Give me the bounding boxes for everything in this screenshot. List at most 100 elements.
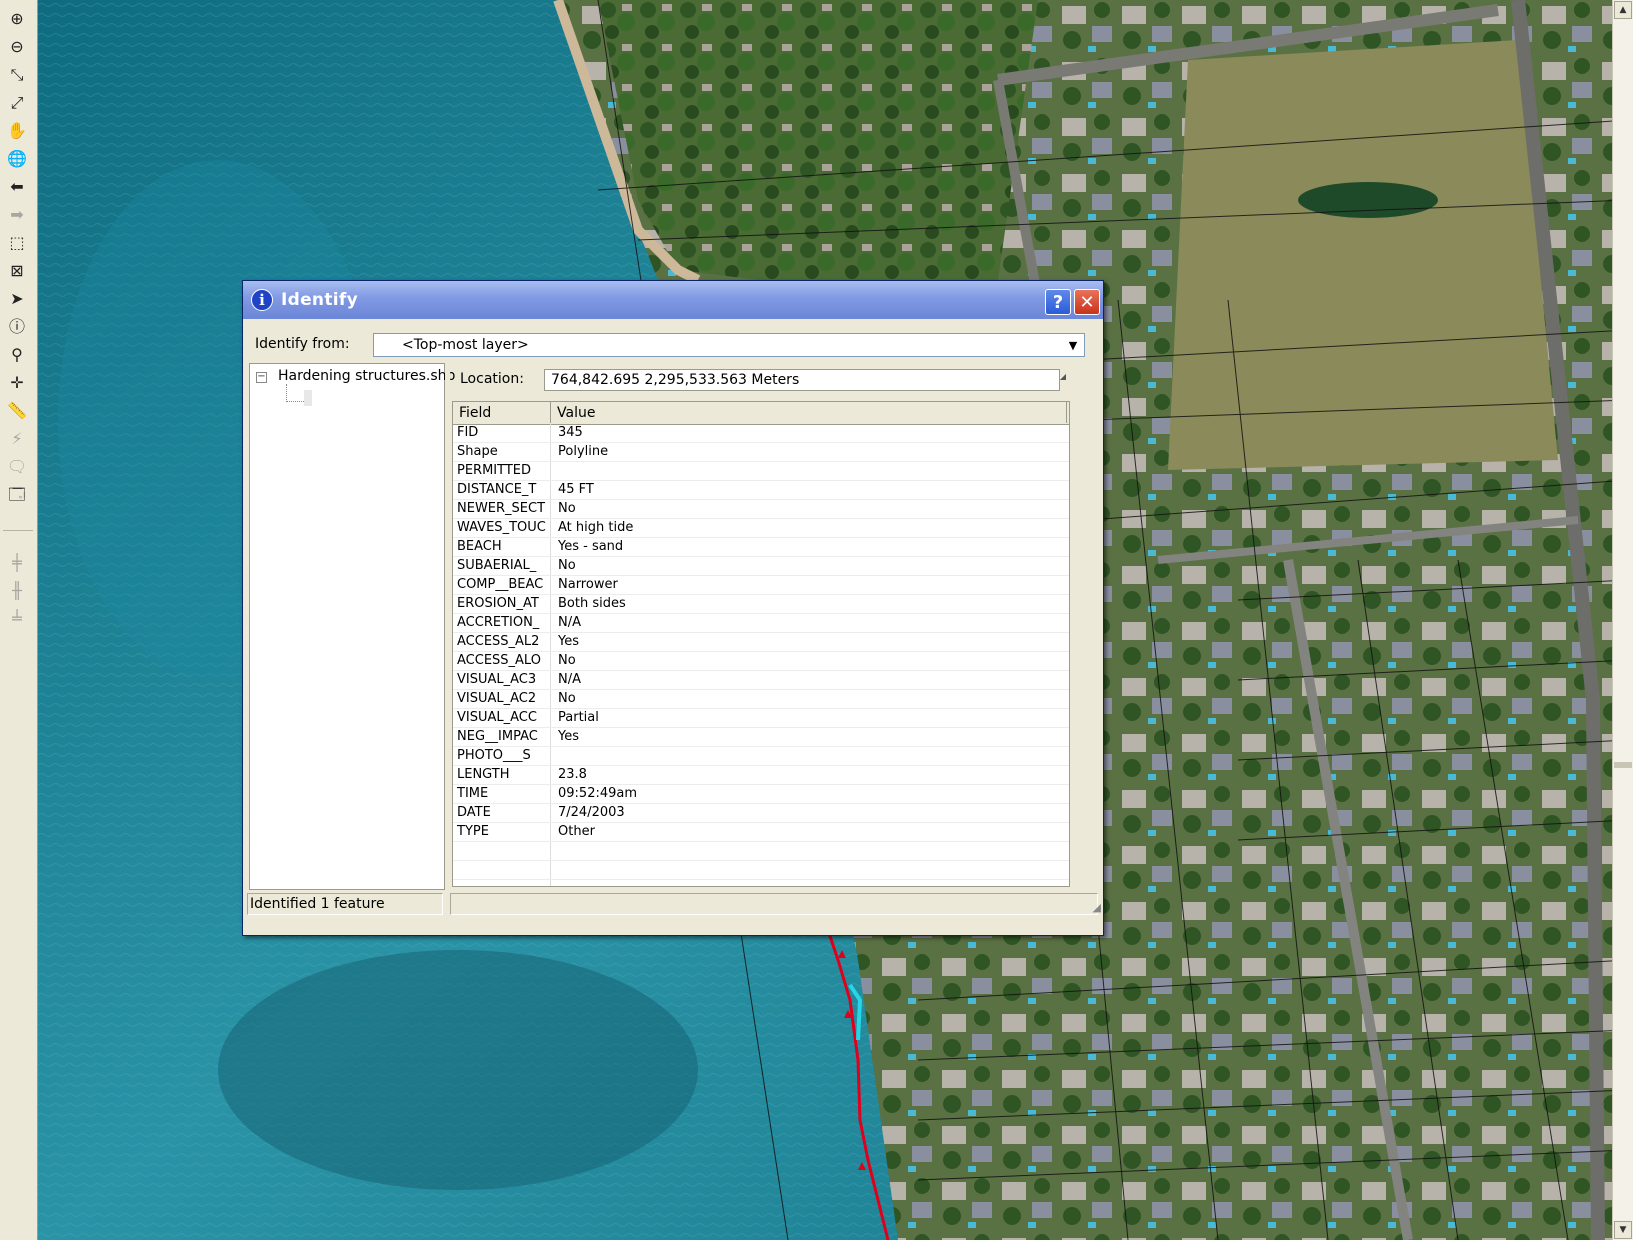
location-resize-icon[interactable]: ◢ (1056, 369, 1070, 383)
find-binoculars-icon[interactable]: ⚲ (6, 344, 28, 366)
grid-header: Field Value (453, 402, 1069, 425)
value-cell: 23.8 (558, 767, 587, 782)
field-cell: VISUAL_ACC (453, 709, 551, 727)
value-cell: At high tide (558, 520, 634, 535)
chevron-down-icon[interactable]: ▼ (1064, 336, 1082, 354)
field-cell: SUBAERIAL_ (453, 557, 551, 575)
table-row[interactable]: WAVES_TOUC At high tide (453, 519, 1069, 538)
table-row[interactable]: SUBAERIAL_ No (453, 557, 1069, 576)
pan-hand-icon[interactable]: ✋ (6, 120, 28, 142)
table-row[interactable]: VISUAL_AC2 No (453, 690, 1069, 709)
location-field: 764,842.695 2,295,533.563 Meters (544, 369, 1060, 391)
full-extent-globe-icon[interactable]: 🌐 (6, 148, 28, 170)
table-row[interactable]: DATE 7/24/2003 (453, 804, 1069, 823)
collapse-icon[interactable]: − (256, 372, 267, 383)
results-tree[interactable]: − Hardening structures.shp (249, 363, 455, 890)
grid-rows: FID 345 Shape Polyline PERMITTED DISTANCE_T 45… (453, 424, 1069, 886)
value-cell: No (558, 501, 576, 516)
close-button[interactable]: ✕ (1074, 289, 1100, 315)
value-cell: 7/24/2003 (558, 805, 625, 820)
table-row[interactable]: ACCESS_AL2 Yes (453, 633, 1069, 652)
scroll-down-icon: ▼ (1619, 1225, 1627, 1235)
field-cell: LENGTH (453, 766, 551, 784)
dialog-title: Identify (281, 290, 358, 310)
value-cell: 45 FT (558, 482, 594, 497)
dialog-title-bar[interactable]: i Identify ? ✕ (243, 281, 1103, 319)
back-arrow-icon[interactable]: ⬅ (6, 176, 28, 198)
table-row[interactable]: VISUAL_AC3 N/A (453, 671, 1069, 690)
edit-tool-3-icon[interactable]: ╧ (6, 608, 28, 630)
value-cell: Yes (558, 634, 579, 649)
field-cell: BEACH (453, 538, 551, 556)
forward-arrow-icon[interactable]: ➡ (6, 204, 28, 226)
value-column-header[interactable]: Value (551, 402, 1067, 423)
table-row[interactable]: VISUAL_ACC Partial (453, 709, 1069, 728)
zoom-in-icon[interactable]: ⊕ (6, 8, 28, 30)
scroll-down-button[interactable]: ▼ (1614, 1221, 1632, 1239)
field-cell: ACCESS_ALO (453, 652, 551, 670)
table-row[interactable]: PERMITTED (453, 462, 1069, 481)
table-row[interactable]: LENGTH 23.8 (453, 766, 1069, 785)
value-cell: No (558, 558, 576, 573)
table-row[interactable]: ACCESS_ALO No (453, 652, 1069, 671)
scroll-up-button[interactable]: ▲ (1614, 1, 1632, 19)
value-cell (551, 462, 1069, 480)
tools-toolbar: ⊕ ⊖ ⤡ ⤢ ✋ 🌐 ⬅ ➡ ⬚ ⊠ ➤ ⓘ ⚲ ✛ 📏 ⚡ 🗨 🗔 ╪ ╫ ╧ (0, 0, 38, 1240)
field-cell (453, 842, 551, 860)
attributes-grid[interactable]: Field Value FID 345 Shape Polyline PERMITTED… (452, 401, 1070, 887)
table-row[interactable]: FID 345 (453, 424, 1069, 443)
hyperlink-lightning-icon[interactable]: ⚡ (6, 428, 28, 450)
table-row[interactable]: TYPE Other (453, 823, 1069, 842)
table-row[interactable]: NEWER_SECT No (453, 500, 1069, 519)
table-row[interactable]: Shape Polyline (453, 443, 1069, 462)
field-cell: ACCRETION_ (453, 614, 551, 632)
edit-tool-1-icon[interactable]: ╪ (6, 552, 28, 574)
value-cell: Narrower (558, 577, 618, 592)
table-row[interactable]: COMP__BEAC Narrower (453, 576, 1069, 595)
value-cell: Yes (558, 729, 579, 744)
select-elements-arrow-icon[interactable]: ➤ (6, 288, 28, 310)
table-row[interactable]: BEACH Yes - sand (453, 538, 1069, 557)
identify-from-dropdown[interactable]: <Top-most layer> ▼ (373, 333, 1085, 357)
table-row[interactable]: ACCRETION_ N/A (453, 614, 1069, 633)
field-cell: PHOTO___S (453, 747, 551, 765)
table-row[interactable]: EROSION_AT Both sides (453, 595, 1069, 614)
table-row[interactable]: DISTANCE_T 45 FT (453, 481, 1069, 500)
field-cell: COMP__BEAC (453, 576, 551, 594)
resize-grip-icon[interactable]: ◢ (1087, 901, 1101, 915)
select-features-icon[interactable]: ⬚ (6, 232, 28, 254)
location-label: Location: (460, 371, 524, 387)
field-cell: TIME (453, 785, 551, 803)
empty-row (453, 861, 1069, 880)
table-row[interactable]: PHOTO___S (453, 747, 1069, 766)
fixed-zoom-in-icon[interactable]: ⤡ (6, 64, 28, 86)
field-cell (453, 861, 551, 879)
edit-tool-2-icon[interactable]: ╫ (6, 580, 28, 602)
field-cell (453, 880, 551, 886)
field-cell: ACCESS_AL2 (453, 633, 551, 651)
value-cell: N/A (558, 672, 581, 687)
map-tips-icon[interactable]: 🗔 (6, 484, 28, 506)
fixed-zoom-out-icon[interactable]: ⤢ (6, 92, 28, 114)
dialog-status-bar: Identified 1 feature ◢ (243, 893, 1103, 917)
tree-layer-node[interactable]: Hardening structures.shp (278, 368, 455, 384)
empty-row (453, 842, 1069, 861)
tree-feature-node[interactable] (304, 390, 312, 406)
field-cell: TYPE (453, 823, 551, 841)
help-button[interactable]: ? (1045, 289, 1071, 315)
clear-selection-icon[interactable]: ⊠ (6, 260, 28, 282)
zoom-out-icon[interactable]: ⊖ (6, 36, 28, 58)
measure-ruler-icon[interactable]: 📏 (6, 400, 28, 422)
identify-info-icon[interactable]: ⓘ (6, 316, 28, 338)
table-row[interactable]: NEG__IMPAC Yes (453, 728, 1069, 747)
identify-dialog: i Identify ? ✕ Identify from: <Top-most … (242, 280, 1104, 936)
help-icon: ? (1052, 291, 1064, 313)
field-column-header[interactable]: Field (453, 402, 551, 423)
scroll-up-icon: ▲ (1619, 5, 1627, 15)
map-vertical-scrollbar[interactable]: ▲ ▼ (1612, 0, 1633, 1240)
table-row[interactable]: TIME 09:52:49am (453, 785, 1069, 804)
go-to-xy-icon[interactable]: ✛ (6, 372, 28, 394)
scroll-thumb[interactable] (1614, 762, 1632, 768)
html-popup-icon[interactable]: 🗨 (6, 456, 28, 478)
toolbar-separator (3, 530, 33, 531)
